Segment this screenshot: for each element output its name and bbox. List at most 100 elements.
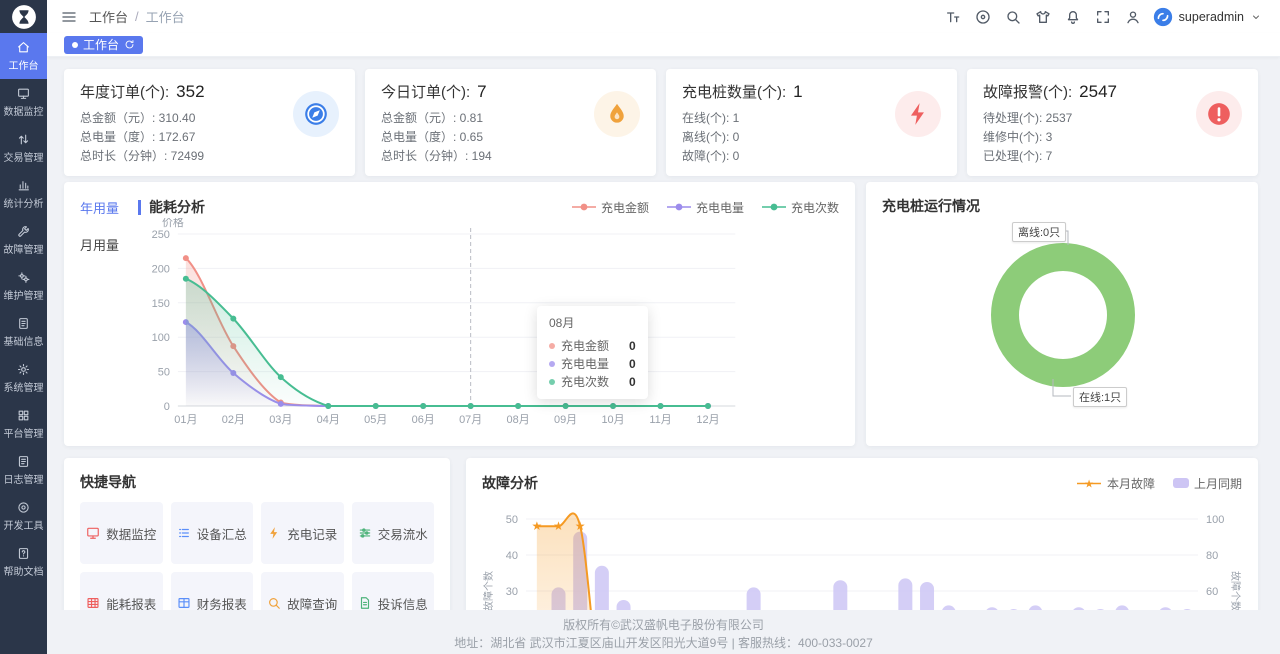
fault-chart-title: 故障分析 [482, 473, 538, 493]
tab-bar: 工作台 [47, 33, 1280, 57]
sidebar-item-数据监控[interactable]: 数据监控 [0, 79, 47, 125]
svg-text:01月: 01月 [174, 414, 197, 426]
legend-item-上月同期[interactable]: 上月同期 [1173, 475, 1242, 492]
stat-card-rows: 总金额（元）: 310.40总电量（度）: 172.67总时长（分钟）: 724… [80, 109, 205, 166]
tab-workbench[interactable]: 工作台 [64, 36, 143, 54]
energy-chart-title: 能耗分析 [138, 200, 205, 215]
sidebar-item-故障管理[interactable]: 故障管理 [0, 217, 47, 263]
svg-text:11月: 11月 [649, 414, 671, 426]
app-logo[interactable] [0, 0, 47, 33]
avatar [1153, 7, 1173, 27]
legend-item-本月故障[interactable]: ★本月故障 [1076, 475, 1155, 492]
svg-text:★: ★ [553, 519, 564, 533]
user-icon[interactable] [1125, 9, 1141, 25]
energy-tab-月用量[interactable]: 月用量 [80, 235, 138, 254]
sidebar-item-帮助文档[interactable]: 帮助文档 [0, 539, 47, 585]
theme-icon[interactable] [1035, 9, 1051, 25]
sidebar-item-开发工具[interactable]: 开发工具 [0, 493, 47, 539]
sidebar-item-系统管理[interactable]: 系统管理 [0, 355, 47, 401]
topbar-actions [945, 9, 1141, 25]
hourglass-logo-icon [11, 4, 37, 30]
sidebar-nav: 工作台数据监控交易管理统计分析故障管理维护管理基础信息系统管理平台管理日志管理开… [0, 33, 47, 585]
sidebar-item-维护管理[interactable]: 维护管理 [0, 263, 47, 309]
table2-icon [177, 596, 191, 610]
online-count-label: 在线:1只 [1073, 387, 1127, 407]
breadcrumb-current: 工作台 [146, 7, 185, 26]
svg-text:200: 200 [152, 263, 170, 275]
breadcrumb-parent[interactable]: 工作台 [89, 7, 128, 26]
bar-chart-icon [17, 179, 30, 192]
app-root: 工作台数据监控交易管理统计分析故障管理维护管理基础信息系统管理平台管理日志管理开… [0, 0, 1280, 654]
search-icon[interactable] [1005, 9, 1021, 25]
wrench-icon [17, 225, 30, 238]
stat-card-metric: 待处理(个): 2537 [983, 109, 1117, 128]
fullscreen-icon[interactable] [1095, 9, 1111, 25]
svg-text:50: 50 [506, 514, 518, 526]
stat-card: 年度订单(个):352总金额（元）: 310.40总电量（度）: 172.67总… [64, 69, 355, 176]
help-circle-icon[interactable] [975, 9, 991, 25]
stat-card-metric: 总金额（元）: 310.40 [80, 109, 205, 128]
star-line-marker-icon: ★ [1076, 478, 1102, 489]
hamburger-icon[interactable] [61, 9, 77, 25]
legend-item-充电次数[interactable]: 充电次数 [762, 199, 839, 216]
svg-text:0: 0 [164, 401, 170, 413]
stat-card-metric: 总时长（分钟）: 72499 [80, 147, 205, 166]
svg-text:05月: 05月 [364, 414, 387, 426]
sidebar-item-交易管理[interactable]: 交易管理 [0, 125, 47, 171]
quick-nav-设备汇总[interactable]: 设备汇总 [171, 502, 254, 564]
line-dot-marker-icon [762, 203, 786, 211]
energy-tab-年用量[interactable]: 年用量 [80, 198, 138, 217]
svg-text:★: ★ [575, 519, 586, 533]
sliders-icon [358, 526, 372, 540]
stat-card-metric: 维修中(个): 3 [983, 128, 1117, 147]
user-menu[interactable]: superadmin [1153, 7, 1262, 27]
alert-icon [1196, 91, 1242, 137]
stat-card: 充电桩数量(个):1在线(个): 1离线(个): 0故障(个): 0 [666, 69, 957, 176]
quick-nav-数据监控[interactable]: 数据监控 [80, 502, 163, 564]
address-line: 地址：湖北省 武汉市江夏区庙山开发区阳光大道9号 | 客服热线：400-033-… [47, 634, 1280, 652]
copyright-line: 版权所有©武汉盛帆电子股份有限公司 [47, 616, 1280, 634]
svg-text:40: 40 [506, 550, 518, 562]
stat-card: 今日订单(个):7总金额（元）: 0.81总电量（度）: 0.65总时长（分钟）… [365, 69, 656, 176]
search-icon [267, 596, 281, 610]
svg-text:10月: 10月 [601, 414, 624, 426]
refresh-icon[interactable] [124, 39, 135, 50]
svg-text:100: 100 [1206, 514, 1224, 526]
info-doc-icon [17, 317, 30, 330]
bell-icon[interactable] [1065, 9, 1081, 25]
stat-card-title: 充电桩数量(个): [682, 84, 786, 101]
sidebar-item-日志管理[interactable]: 日志管理 [0, 447, 47, 493]
main-area: 工作台 / 工作台 superadmin 工作台 年度订单(个):352总金额（… [47, 0, 1280, 654]
quick-nav-充电记录[interactable]: 充电记录 [261, 502, 344, 564]
stat-card-title: 故障报警(个): [983, 84, 1072, 101]
stat-card: 故障报警(个):2547待处理(个): 2537维修中(个): 3已处理(个):… [967, 69, 1258, 176]
stat-card-value: 2547 [1079, 82, 1117, 101]
help-doc-icon [17, 547, 30, 560]
energy-tabs: 年用量月用量 [80, 196, 138, 432]
sidebar-item-基础信息[interactable]: 基础信息 [0, 309, 47, 355]
fault-legend: ★本月故障 上月同期 [1076, 475, 1242, 492]
lightning-icon [895, 91, 941, 137]
stat-card-title: 年度订单(个): [80, 84, 169, 101]
font-size-icon[interactable] [945, 9, 961, 25]
tab-label: 工作台 [83, 36, 119, 53]
breadcrumb-separator: / [135, 9, 139, 24]
bar-swatch-icon [1173, 478, 1189, 488]
pile-status-donut-chart [882, 216, 1242, 416]
sidebar-item-平台管理[interactable]: 平台管理 [0, 401, 47, 447]
legend-item-充电电量[interactable]: 充电电量 [667, 199, 744, 216]
svg-text:250: 250 [152, 229, 170, 241]
line-dot-marker-icon [572, 203, 596, 211]
home-icon [17, 41, 30, 54]
legend-item-充电金额[interactable]: 充电金额 [572, 199, 649, 216]
quick-nav-交易流水[interactable]: 交易流水 [352, 502, 435, 564]
breadcrumb: 工作台 / 工作台 [89, 7, 185, 26]
energy-legend: 充电金额 充电电量 充电次数 [572, 199, 839, 216]
grid-icon [17, 409, 30, 422]
offline-count-label: 离线:0只 [1012, 222, 1066, 242]
sidebar-item-统计分析[interactable]: 统计分析 [0, 171, 47, 217]
sidebar-item-工作台[interactable]: 工作台 [0, 33, 47, 79]
page-footer: 版权所有©武汉盛帆电子股份有限公司 地址：湖北省 武汉市江夏区庙山开发区阳光大道… [47, 610, 1280, 654]
svg-text:★: ★ [531, 519, 542, 533]
stat-card-rows: 总金额（元）: 0.81总电量（度）: 0.65总时长（分钟）: 194 [381, 109, 492, 166]
